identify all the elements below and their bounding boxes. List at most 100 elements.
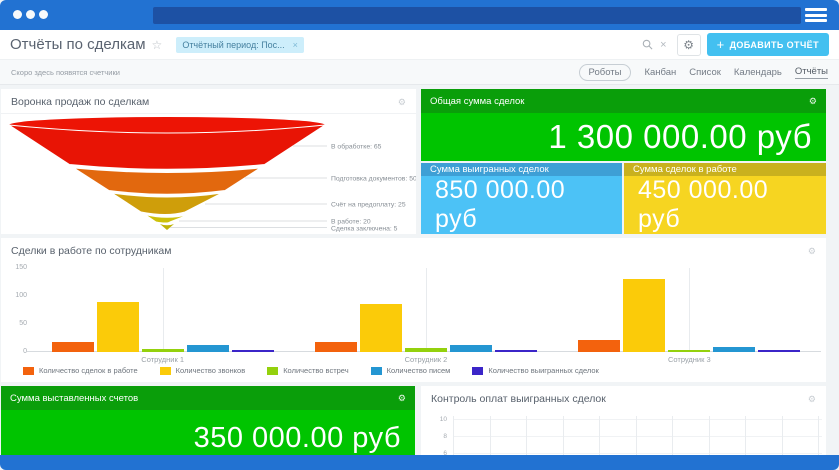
- vertical-gridline: [672, 416, 673, 455]
- bar-Сотрудник 3-Количество звонков[interactable]: [623, 279, 665, 352]
- funnel-stage-label: Счёт на предоплату: 25: [331, 202, 406, 209]
- vertical-gridline: [709, 416, 710, 455]
- tab-календарь[interactable]: Календарь: [734, 67, 782, 78]
- bar-Сотрудник 2-Количество звонков[interactable]: [360, 304, 402, 352]
- y-axis-tick: 50: [5, 320, 27, 327]
- working-sum-widget: Сумма сделок в работе 450 000.00 руб: [624, 163, 826, 234]
- x-axis-label: Сотрудник 2: [366, 355, 486, 364]
- y-axis-tick: 100: [5, 292, 27, 299]
- working-sum-title: Сумма сделок в работе: [633, 164, 737, 175]
- funnel-stage-label: В обработке: 65: [331, 143, 382, 151]
- x-axis-label: Сотрудник 1: [103, 355, 223, 364]
- funnel-widget: Воронка продаж по сделкам ⚙ В обработке:: [1, 89, 416, 234]
- vertical-gridline: [563, 416, 564, 455]
- bar-Сотрудник 2-Количество писем[interactable]: [450, 345, 492, 352]
- window-dot-icon[interactable]: [39, 10, 48, 19]
- page-title: Отчёты по сделкам: [10, 36, 146, 53]
- filter-chip[interactable]: Отчётный период: Пос... ×: [176, 37, 304, 53]
- payments-chart-title: Контроль оплат выигранных сделок: [431, 393, 606, 405]
- bar-Сотрудник 2-Количество встреч[interactable]: [405, 348, 447, 352]
- add-report-button[interactable]: + ДОБАВИТЬ ОТЧЁТ: [707, 33, 829, 56]
- funnel-stage-label: В работе: 20: [331, 218, 371, 226]
- vertical-gridline: [818, 416, 819, 455]
- page-header: Отчёты по сделкам ☆ Отчётный период: Пос…: [0, 30, 839, 59]
- settings-gear-button[interactable]: ⚙: [677, 34, 701, 56]
- won-sum-title: Сумма выигранных сделок: [430, 164, 549, 175]
- legend-label: Количество выигранных сделок: [488, 366, 598, 375]
- invoices-sum-title: Сумма выставленных счетов: [10, 393, 138, 404]
- filter-chip-close-icon[interactable]: ×: [293, 40, 298, 50]
- address-bar[interactable]: [153, 7, 801, 24]
- vertical-gridline: [745, 416, 746, 455]
- won-sum-widget: Сумма выигранных сделок 850 000.00 руб: [421, 163, 622, 234]
- legend-item: Количество выигранных сделок: [472, 366, 598, 375]
- working-sum-value: 450 000.00 руб: [624, 176, 826, 234]
- bar-Сотрудник 1-Количество писем[interactable]: [187, 345, 229, 352]
- legend-label: Количество звонков: [176, 366, 246, 375]
- total-sum-widget: Общая сумма сделок ⚙ 1 300 000.00 руб: [421, 89, 826, 161]
- bar-Сотрудник 3-Количество встреч[interactable]: [668, 350, 710, 352]
- vertical-gridline: [490, 416, 491, 455]
- widget-gear-icon[interactable]: ⚙: [808, 246, 816, 257]
- bar-Сотрудник 3-Количество сделок в работе[interactable]: [578, 340, 620, 352]
- vertical-gridline: [526, 416, 527, 455]
- legend-item: Количество писем: [371, 366, 451, 375]
- vertical-gridline: [426, 268, 427, 352]
- bar-Сотрудник 1-Количество выигранных сделок[interactable]: [232, 350, 274, 352]
- filter-chip-label: Отчётный период: Пос...: [182, 40, 284, 50]
- payments-chart-plot[interactable]: 1086: [425, 414, 822, 455]
- filter-clear-icon[interactable]: ×: [660, 39, 666, 51]
- legend-label: Количество сделок в работе: [39, 366, 138, 375]
- bar-Сотрудник 3-Количество выигранных сделок[interactable]: [758, 350, 800, 352]
- widget-gear-icon[interactable]: ⚙: [808, 394, 816, 405]
- y-axis-tick: 10: [425, 416, 447, 423]
- favorite-star-icon[interactable]: ☆: [152, 38, 163, 52]
- employee-deals-chart-widget: Сделки в работе по сотрудникам ⚙ 0501001…: [1, 238, 826, 382]
- window-control-dots[interactable]: [13, 10, 48, 19]
- filter-search-bar[interactable]: Отчётный период: Пос... × ×: [176, 34, 666, 56]
- tab-канбан[interactable]: Канбан: [644, 67, 676, 78]
- legend-swatch-icon: [472, 367, 483, 375]
- hamburger-menu-icon[interactable]: [805, 8, 827, 22]
- legend-label: Количество писем: [387, 366, 451, 375]
- search-icon[interactable]: [642, 39, 653, 50]
- bar-Сотрудник 2-Количество выигранных сделок[interactable]: [495, 350, 537, 352]
- window-titlebar: [0, 0, 839, 30]
- invoices-sum-widget: Сумма выставленных счетов ⚙ 350 000.00 р…: [1, 386, 415, 455]
- vertical-gridline: [599, 416, 600, 455]
- employee-chart-legend: Количество сделок в работе Количество зво…: [23, 366, 599, 375]
- legend-swatch-icon: [23, 367, 34, 375]
- vertical-gridline: [636, 416, 637, 455]
- vertical-gridline: [782, 416, 783, 455]
- bar-Сотрудник 3-Количество писем[interactable]: [713, 347, 755, 352]
- bar-Сотрудник 1-Количество сделок в работе[interactable]: [52, 342, 94, 352]
- won-sum-value: 850 000.00 руб: [421, 176, 622, 234]
- dashboard: Воронка продаж по сделкам ⚙ В обработке:: [0, 85, 839, 455]
- y-axis-tick: 150: [5, 264, 27, 271]
- window-dot-icon[interactable]: [13, 10, 22, 19]
- bar-Сотрудник 1-Количество звонков[interactable]: [97, 302, 139, 352]
- plus-icon: +: [717, 37, 725, 52]
- widget-gear-icon[interactable]: ⚙: [809, 96, 817, 107]
- invoices-sum-value: 350 000.00 руб: [1, 410, 415, 455]
- legend-item: Количество звонков: [160, 366, 246, 375]
- tab-список[interactable]: Список: [689, 67, 721, 78]
- payments-control-widget: Контроль оплат выигранных сделок ⚙ 1086: [421, 386, 826, 455]
- employee-chart-plot[interactable]: 050100150Сотрудник 1Сотрудник 2Сотрудник…: [31, 268, 821, 352]
- widget-gear-icon[interactable]: ⚙: [398, 393, 406, 404]
- vertical-gridline: [689, 268, 690, 352]
- vertical-gridline: [163, 268, 164, 352]
- window-dot-icon[interactable]: [26, 10, 35, 19]
- add-report-label: ДОБАВИТЬ ОТЧЁТ: [730, 40, 819, 50]
- funnel-widget-title: Воронка продаж по сделкам: [11, 96, 149, 108]
- legend-label: Количество встреч: [283, 366, 348, 375]
- counters-hint: Скоро здесь появятся счетчики: [11, 68, 120, 77]
- legend-swatch-icon: [160, 367, 171, 375]
- widget-gear-icon[interactable]: ⚙: [398, 97, 406, 108]
- bar-Сотрудник 1-Количество встреч[interactable]: [142, 349, 184, 352]
- tab-роботы[interactable]: Роботы: [579, 64, 632, 81]
- tab-отчёты[interactable]: Отчёты: [795, 66, 828, 79]
- bar-Сотрудник 2-Количество сделок в работе[interactable]: [315, 342, 357, 352]
- total-sum-value: 1 300 000.00 руб: [421, 113, 826, 161]
- sales-funnel-chart[interactable]: В обработке: 65 Подготовка документов: 5…: [1, 114, 416, 232]
